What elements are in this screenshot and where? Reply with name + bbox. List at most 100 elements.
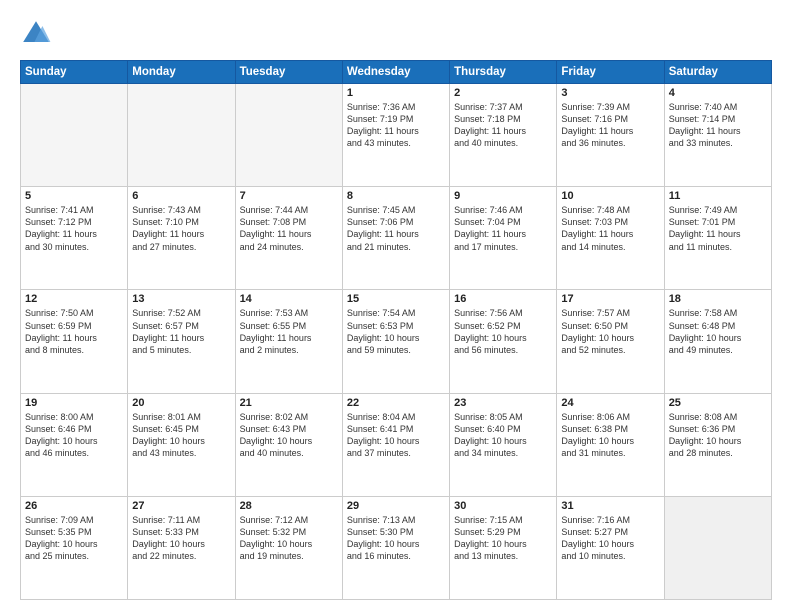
day-number: 26 [25,500,123,512]
table-row: 28 Sunrise: 7:12 AM Sunset: 5:32 PM Dayli… [235,496,342,599]
col-thursday: Thursday [450,61,557,84]
logo-icon [20,18,52,50]
table-row: 25Sunrise: 8:08 AM Sunset: 6:36 PM Dayli… [664,393,771,496]
calendar-header-row: Sunday Monday Tuesday Wednesday Thursday… [21,61,772,84]
day-info: Sunrise: 7:49 AM Sunset: 7:01 PM Dayligh… [669,204,767,253]
day-info: Sunrise: 8:00 AM Sunset: 6:46 PM Dayligh… [25,411,123,460]
day-number: 20 [132,397,230,409]
day-number: 24 [561,397,659,409]
calendar-week-row: 26 Sunrise: 7:09 AM Sunset: 5:35 PM Dayli… [21,496,772,599]
day-number: 17 [561,293,659,305]
day-info: Sunrise: 7:57 AM Sunset: 6:50 PM Dayligh… [561,307,659,356]
table-row [128,84,235,187]
day-number: 18 [669,293,767,305]
day-number: 13 [132,293,230,305]
day-number: 7 [240,190,338,202]
table-row: 12Sunrise: 7:50 AM Sunset: 6:59 PM Dayli… [21,290,128,393]
col-wednesday: Wednesday [342,61,449,84]
day-info: Sunrise: 7:46 AM Sunset: 7:04 PM Dayligh… [454,204,552,253]
col-monday: Monday [128,61,235,84]
table-row: 14 Sunrise: 7:53 AM Sunset: 6:55 PM Dayli… [235,290,342,393]
day-info: Sunrise: 7:45 AM Sunset: 7:06 PM Dayligh… [347,204,445,253]
table-row: 4 Sunrise: 7:40 AM Sunset: 7:14 PM Daylig… [664,84,771,187]
day-number: 10 [561,190,659,202]
day-number: 1 [347,87,445,99]
day-number: 14 [240,293,338,305]
day-info: Sunrise: 7:39 AM Sunset: 7:16 PM Dayligh… [561,101,659,150]
table-row: 6Sunrise: 7:43 AM Sunset: 7:10 PM Daylig… [128,187,235,290]
table-row: 21 Sunrise: 8:02 AM Sunset: 6:43 PM Dayli… [235,393,342,496]
day-info: Sunrise: 8:08 AM Sunset: 6:36 PM Dayligh… [669,411,767,460]
header [20,18,772,50]
table-row: 24 Sunrise: 8:06 AM Sunset: 6:38 PM Dayli… [557,393,664,496]
day-number: 11 [669,190,767,202]
table-row: 7 Sunrise: 7:44 AM Sunset: 7:08 PM Daylig… [235,187,342,290]
table-row: 22Sunrise: 8:04 AM Sunset: 6:41 PM Dayli… [342,393,449,496]
day-info: Sunrise: 7:37 AM Sunset: 7:18 PM Dayligh… [454,101,552,150]
day-info: Sunrise: 8:06 AM Sunset: 6:38 PM Dayligh… [561,411,659,460]
table-row: 13 Sunrise: 7:52 AM Sunset: 6:57 PM Dayli… [128,290,235,393]
table-row [21,84,128,187]
day-info: Sunrise: 7:09 AM Sunset: 5:35 PM Dayligh… [25,514,123,563]
table-row: 11 Sunrise: 7:49 AM Sunset: 7:01 PM Dayli… [664,187,771,290]
day-number: 30 [454,500,552,512]
day-number: 2 [454,87,552,99]
day-number: 31 [561,500,659,512]
day-info: Sunrise: 7:40 AM Sunset: 7:14 PM Dayligh… [669,101,767,150]
col-friday: Friday [557,61,664,84]
table-row: 31 Sunrise: 7:16 AM Sunset: 5:27 PM Dayli… [557,496,664,599]
day-info: Sunrise: 8:01 AM Sunset: 6:45 PM Dayligh… [132,411,230,460]
calendar-week-row: 5 Sunrise: 7:41 AM Sunset: 7:12 PM Daylig… [21,187,772,290]
day-number: 28 [240,500,338,512]
day-info: Sunrise: 8:02 AM Sunset: 6:43 PM Dayligh… [240,411,338,460]
day-info: Sunrise: 7:53 AM Sunset: 6:55 PM Dayligh… [240,307,338,356]
logo [20,18,58,50]
day-number: 5 [25,190,123,202]
calendar-table: Sunday Monday Tuesday Wednesday Thursday… [20,60,772,600]
day-info: Sunrise: 7:58 AM Sunset: 6:48 PM Dayligh… [669,307,767,356]
day-number: 27 [132,500,230,512]
day-info: Sunrise: 7:12 AM Sunset: 5:32 PM Dayligh… [240,514,338,563]
day-info: Sunrise: 7:15 AM Sunset: 5:29 PM Dayligh… [454,514,552,563]
day-info: Sunrise: 7:48 AM Sunset: 7:03 PM Dayligh… [561,204,659,253]
table-row: 30 Sunrise: 7:15 AM Sunset: 5:29 PM Dayli… [450,496,557,599]
day-info: Sunrise: 7:56 AM Sunset: 6:52 PM Dayligh… [454,307,552,356]
day-number: 29 [347,500,445,512]
col-tuesday: Tuesday [235,61,342,84]
day-number: 19 [25,397,123,409]
calendar-week-row: 19 Sunrise: 8:00 AM Sunset: 6:46 PM Dayli… [21,393,772,496]
day-info: Sunrise: 7:54 AM Sunset: 6:53 PM Dayligh… [347,307,445,356]
day-info: Sunrise: 7:16 AM Sunset: 5:27 PM Dayligh… [561,514,659,563]
table-row: 26 Sunrise: 7:09 AM Sunset: 5:35 PM Dayli… [21,496,128,599]
table-row: 10 Sunrise: 7:48 AM Sunset: 7:03 PM Dayli… [557,187,664,290]
table-row: 20 Sunrise: 8:01 AM Sunset: 6:45 PM Dayli… [128,393,235,496]
table-row: 16Sunrise: 7:56 AM Sunset: 6:52 PM Dayli… [450,290,557,393]
table-row: 29 Sunrise: 7:13 AM Sunset: 5:30 PM Dayli… [342,496,449,599]
table-row: 17 Sunrise: 7:57 AM Sunset: 6:50 PM Dayli… [557,290,664,393]
day-number: 4 [669,87,767,99]
page: Sunday Monday Tuesday Wednesday Thursday… [0,0,792,612]
table-row: 27Sunrise: 7:11 AM Sunset: 5:33 PM Dayli… [128,496,235,599]
calendar-week-row: 1 Sunrise: 7:36 AM Sunset: 7:19 PM Daylig… [21,84,772,187]
table-row: 19 Sunrise: 8:00 AM Sunset: 6:46 PM Dayli… [21,393,128,496]
table-row: 5 Sunrise: 7:41 AM Sunset: 7:12 PM Daylig… [21,187,128,290]
day-number: 21 [240,397,338,409]
day-info: Sunrise: 7:52 AM Sunset: 6:57 PM Dayligh… [132,307,230,356]
day-info: Sunrise: 7:41 AM Sunset: 7:12 PM Dayligh… [25,204,123,253]
table-row: 9 Sunrise: 7:46 AM Sunset: 7:04 PM Daylig… [450,187,557,290]
day-number: 9 [454,190,552,202]
table-row: 18 Sunrise: 7:58 AM Sunset: 6:48 PM Dayli… [664,290,771,393]
day-info: Sunrise: 7:44 AM Sunset: 7:08 PM Dayligh… [240,204,338,253]
calendar-week-row: 12Sunrise: 7:50 AM Sunset: 6:59 PM Dayli… [21,290,772,393]
table-row [235,84,342,187]
day-info: Sunrise: 7:36 AM Sunset: 7:19 PM Dayligh… [347,101,445,150]
day-number: 15 [347,293,445,305]
table-row: 15 Sunrise: 7:54 AM Sunset: 6:53 PM Dayli… [342,290,449,393]
day-number: 8 [347,190,445,202]
day-info: Sunrise: 8:04 AM Sunset: 6:41 PM Dayligh… [347,411,445,460]
day-info: Sunrise: 7:13 AM Sunset: 5:30 PM Dayligh… [347,514,445,563]
table-row: 23Sunrise: 8:05 AM Sunset: 6:40 PM Dayli… [450,393,557,496]
day-number: 12 [25,293,123,305]
table-row: 8 Sunrise: 7:45 AM Sunset: 7:06 PM Daylig… [342,187,449,290]
day-info: Sunrise: 8:05 AM Sunset: 6:40 PM Dayligh… [454,411,552,460]
